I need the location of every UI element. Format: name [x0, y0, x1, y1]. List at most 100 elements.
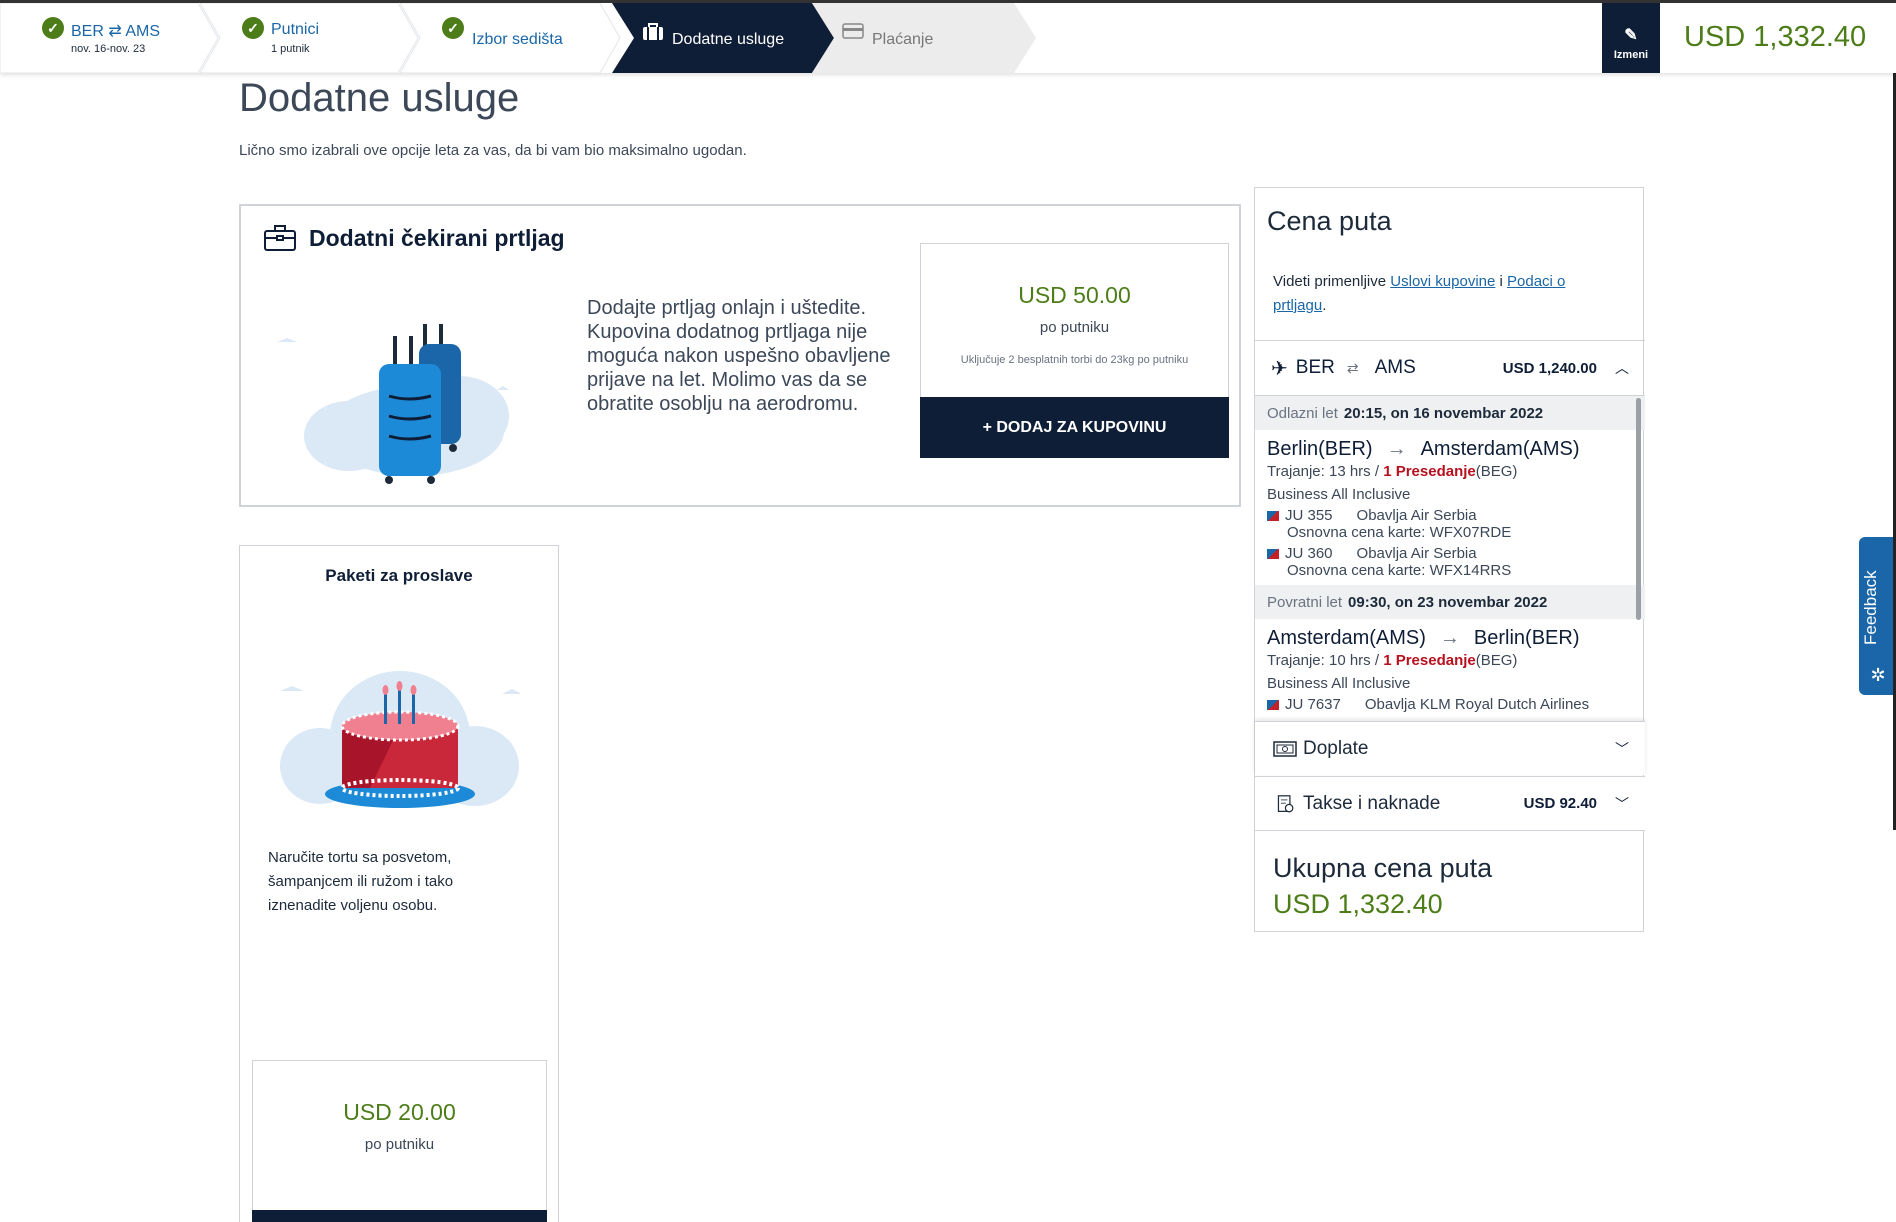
baggage-price-box: USD 50.00 po putniku Uključuje 2 besplat… — [920, 243, 1229, 397]
terms-text: Videti primenljive Uslovi kupovine i Pod… — [1273, 270, 1593, 318]
leg-route: Amsterdam(AMS) → Berlin(BER) — [1267, 627, 1633, 650]
celebration-description: Naručite tortu sa posvetom, šampanjcem i… — [268, 849, 454, 914]
step-seats[interactable]: ✓ Izbor sedišta — [400, 3, 622, 73]
credit-card-icon — [842, 23, 864, 39]
step-payment: Plaćanje — [812, 3, 1038, 73]
check-icon: ✓ — [242, 17, 264, 39]
airline-logo-icon — [1267, 700, 1279, 711]
pencil-icon: ✎ — [1624, 27, 1638, 44]
chevron-down-icon: ﹀ — [1615, 795, 1629, 812]
arrow-right-icon: → — [1386, 438, 1407, 460]
taxes-amount: USD 92.40 — [1523, 795, 1597, 812]
fare-basis: Osnovna cena karte: WFX07RDE — [1287, 524, 1512, 541]
total-value: USD 1,332.40 — [1273, 889, 1443, 919]
inbound-details: Amsterdam(AMS) → Berlin(BER) Trajanje: 10 … — [1255, 619, 1645, 719]
flight-number: JU 355 — [1285, 507, 1333, 524]
price-unit: po putniku — [1039, 319, 1110, 336]
step-title: Dodatne usluge — [672, 31, 785, 48]
stops: 1 Presedanje — [1383, 463, 1476, 480]
fare-class: Business All Inclusive — [1267, 486, 1411, 503]
step-title: Plaćanje — [872, 31, 934, 48]
leg-route: Berlin(BER) → Amsterdam(AMS) — [1267, 438, 1633, 461]
briefcase-icon — [264, 225, 296, 251]
card-title: Paketi za proslave — [325, 566, 473, 585]
fare-basis: Osnovna cena karte: WFX14RRS — [1287, 562, 1512, 579]
check-icon: ✓ — [42, 17, 64, 39]
money-icon — [1273, 740, 1297, 757]
booking-progress-bar: ✓ BER ⇄ AMS nov. 16-nov. 23 ✓ Putnici 1 … — [0, 0, 1896, 73]
step-title: Putnici — [271, 21, 320, 38]
via: (BEG) — [1475, 652, 1518, 669]
terms-suffix: . — [1322, 297, 1327, 314]
terms-and: i — [1495, 273, 1508, 290]
step-title: Izbor sedišta — [472, 31, 563, 48]
leg-duration: Trajanje: 10 hrs / 1 Presedanje(BEG) — [1267, 652, 1518, 669]
scrollbar[interactable] — [1636, 398, 1641, 620]
total-label: Ukupna cena puta — [1273, 853, 1493, 883]
check-icon: ✓ — [442, 17, 464, 39]
leg-datetime: 09:30, on 23 novembar 2022 — [1348, 593, 1548, 611]
step-title: BER ⇄ AMS — [71, 23, 160, 40]
step-subtitle: nov. 16-nov. 23 — [71, 43, 146, 55]
taxes-toggle[interactable]: Takse i naknade USD 92.40 ﹀ — [1255, 776, 1645, 830]
receipt-icon — [1277, 794, 1294, 812]
add-to-purchase-button[interactable]: + DODAJ ZA KUPOVINU — [920, 397, 1229, 458]
cake-illustration — [280, 671, 520, 808]
flight-details-scroll[interactable]: Odlazni let 20:15, on 16 novembar 2022 Be… — [1255, 396, 1645, 721]
celebration-price-box: USD 20.00 po putniku — [252, 1060, 547, 1220]
airline-logo-icon — [1267, 549, 1279, 560]
page-subtitle: Lično smo izabrali ove opcije leta za va… — [239, 142, 747, 159]
card-header: Dodatni čekirani prtljag — [263, 224, 565, 252]
leg-label: Povratni let — [1267, 593, 1343, 611]
leg-label: Odlazni let — [1267, 404, 1338, 422]
flight-number: JU 360 — [1285, 545, 1333, 562]
flight-segment: JU 7637 Obavlja KLM Royal Dutch Airlines — [1267, 696, 1633, 713]
step-extras[interactable]: Dodatne usluge — [612, 3, 836, 73]
route-origin: BER — [1295, 357, 1335, 378]
operator: Obavlja Air Serbia — [1356, 507, 1477, 524]
flight-number: JU 7637 — [1285, 696, 1341, 713]
fare-class: Business All Inclusive — [1267, 675, 1411, 692]
inbound-header: Povratni let 09:30, on 23 novembar 2022 — [1255, 585, 1645, 619]
celebration-add-button[interactable] — [252, 1210, 547, 1222]
suitcase-icon — [643, 23, 663, 40]
chevron-up-icon: ︿ — [1615, 360, 1629, 376]
leg-from: Amsterdam(AMS) — [1267, 627, 1426, 649]
leg-datetime: 20:15, on 16 novembar 2022 — [1343, 404, 1544, 422]
feedback-label: Feedback — [1861, 570, 1880, 645]
baggage-price: USD 50.00 — [1018, 282, 1131, 308]
swap-icon: ⇄ — [1346, 359, 1359, 376]
feedback-tab[interactable]: Feedback ✲ — [1859, 537, 1896, 695]
step-passengers[interactable]: ✓ Putnici 1 putnik — [200, 3, 420, 73]
celebration-package-card: Paketi za proslave Naručite tortu sa pos… — [239, 545, 559, 1222]
card-title: Dodatni čekirani prtljag — [309, 224, 565, 251]
flight-segment: JU 360 Obavlja Air Serbia Osnovna cena ka… — [1267, 545, 1633, 579]
allowance-note: Uključuje 2 besplatnih torbi do 23kg po … — [960, 354, 1189, 366]
step-route[interactable]: ✓ BER ⇄ AMS nov. 16-nov. 23 — [0, 3, 220, 73]
airline-logo-icon — [1267, 511, 1279, 522]
leg-to: Berlin(BER) — [1473, 627, 1580, 649]
edit-label: Izmeni — [1613, 49, 1649, 61]
outbound-header: Odlazni let 20:15, on 16 novembar 2022 — [1255, 396, 1645, 430]
route-toggle[interactable]: ✈ BER ⇄ AMS USD 1,240.00 ︿ — [1255, 340, 1645, 396]
via: (BEG) — [1475, 463, 1518, 480]
leg-duration: Trajanje: 13 hrs / 1 Presedanje(BEG) — [1267, 463, 1518, 480]
baggage-description: Dodajte prtljag onlajn i uštedite. Kupov… — [587, 297, 891, 415]
total-price-block: Ukupna cena puta USD 1,332.40 — [1255, 830, 1645, 933]
stops: 1 Presedanje — [1383, 652, 1476, 669]
airline-emblem-icon: ✲ — [1870, 665, 1886, 685]
outbound-details: Berlin(BER) → Amsterdam(AMS) Trajanje: 13 … — [1255, 430, 1645, 585]
duration: Trajanje: 13 hrs — [1267, 463, 1371, 480]
leg-to: Amsterdam(AMS) — [1420, 438, 1580, 460]
summary-title: Cena puta — [1267, 206, 1392, 236]
airplane-icon: ✈ — [1271, 357, 1288, 380]
operator: Obavlja KLM Royal Dutch Airlines — [1364, 696, 1590, 713]
celebration-price: USD 20.00 — [343, 1099, 456, 1125]
edit-button[interactable]: ✎ Izmeni — [1602, 3, 1660, 73]
extra-baggage-card: Dodatni čekirani prtljag Dodajte prtljag… — [239, 204, 1241, 507]
purchase-terms-link[interactable]: Uslovi kupovine — [1390, 273, 1495, 290]
flight-segment: JU 355 Obavlja Air Serbia Osnovna cena ka… — [1267, 507, 1633, 541]
luggage-illustration — [277, 324, 509, 484]
operator: Obavlja Air Serbia — [1356, 545, 1477, 562]
surcharges-toggle[interactable]: Doplate ﹀ — [1255, 721, 1645, 775]
